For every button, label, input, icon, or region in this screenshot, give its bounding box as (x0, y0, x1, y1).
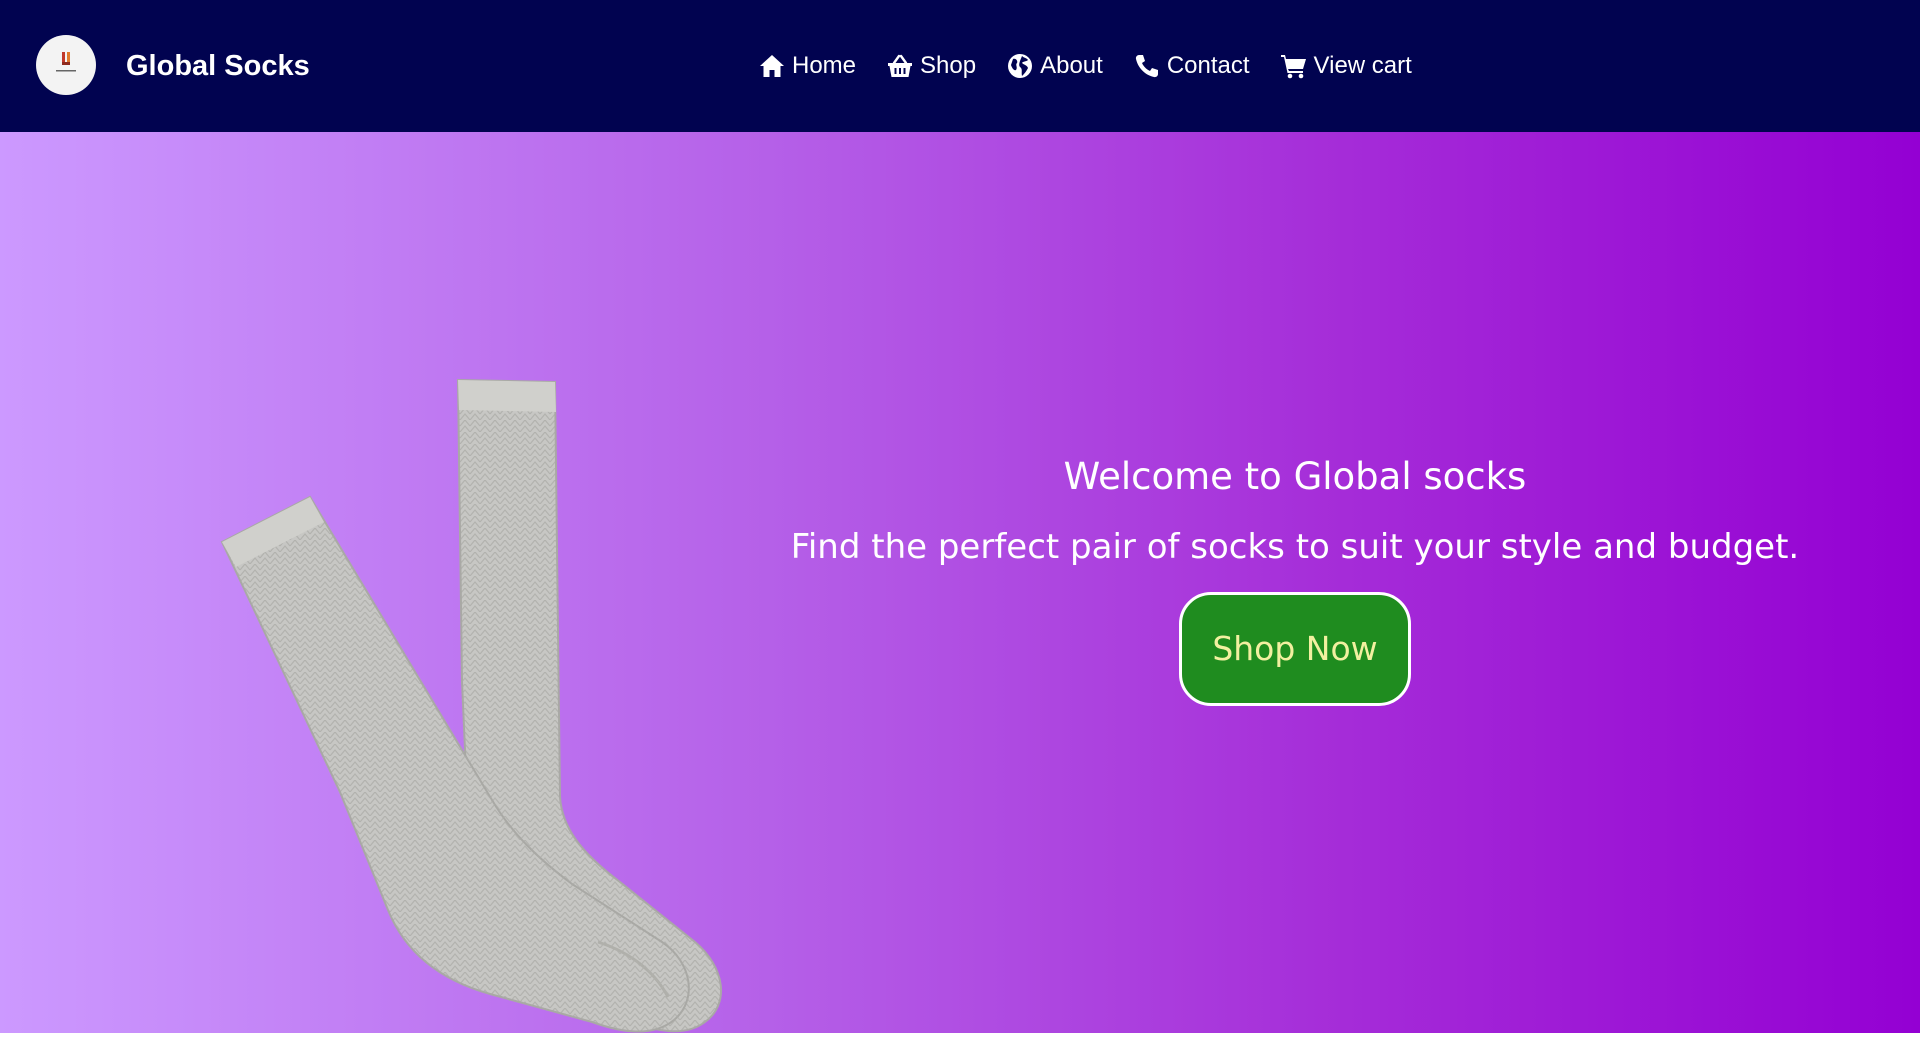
logo[interactable] (36, 35, 96, 95)
globe-icon (1006, 52, 1034, 80)
nav-cart-link[interactable]: View cart (1280, 48, 1412, 84)
sock-image (220, 378, 722, 1033)
nav-home-label: Home (792, 52, 857, 79)
hero-subtitle: Find the perfect pair of socks to suit y… (790, 527, 1800, 567)
nav-about-label: About (1040, 52, 1103, 79)
brand-name[interactable]: Global Socks (126, 48, 310, 84)
nav-about-link[interactable]: About (1006, 48, 1103, 84)
phone-icon (1133, 52, 1161, 80)
hero-section: Welcome to Global socks Find the perfect… (0, 132, 1920, 1033)
basket-icon (886, 52, 914, 80)
home-icon (758, 52, 786, 80)
nav-home-link[interactable]: Home (758, 48, 856, 84)
nav-contact-link[interactable]: Contact (1133, 48, 1250, 84)
shop-now-button[interactable]: Shop Now (1179, 592, 1411, 706)
nav-contact-label: Contact (1166, 52, 1250, 79)
nav-shop-label: Shop (920, 52, 977, 79)
nav-links: Home Shop About Contact View cart (758, 48, 1412, 84)
cart-icon (1280, 52, 1308, 80)
nav-shop-link[interactable]: Shop (886, 48, 976, 84)
navbar: Global Socks Home Shop About Contact Vie… (0, 0, 1920, 132)
hero-title: Welcome to Global socks (1063, 455, 1527, 498)
hero-content: Welcome to Global socks Find the perfect… (780, 452, 1810, 706)
nav-cart-label: View cart (1313, 52, 1412, 79)
